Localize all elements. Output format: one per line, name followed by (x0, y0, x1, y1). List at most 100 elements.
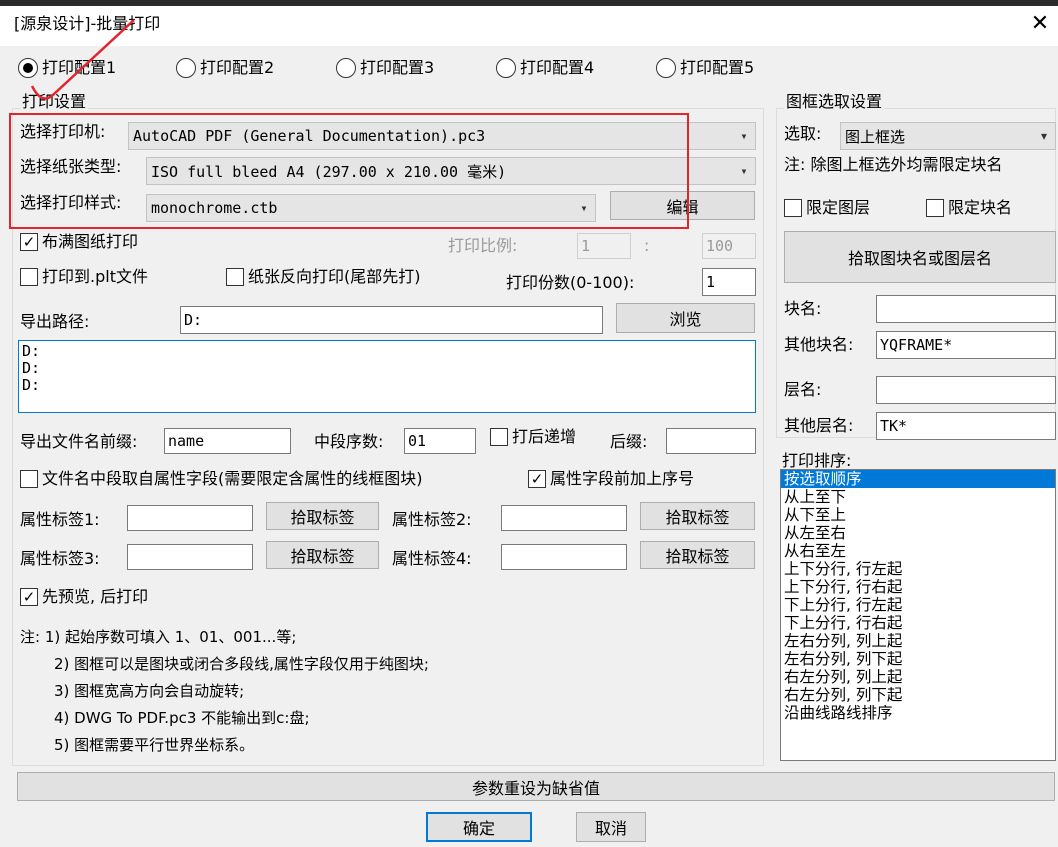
pick-block-layer-button[interactable]: 拾取图块名或图层名 (784, 231, 1056, 283)
increment-checkbox[interactable]: 打后递增 (490, 427, 576, 447)
tag4-label: 属性标签4: (392, 549, 472, 568)
close-icon[interactable]: ✕ (1028, 10, 1052, 38)
limit-block-checkbox[interactable]: 限定块名 (926, 198, 1012, 218)
order-item[interactable]: 从左至右 (781, 524, 1055, 542)
tag3-input[interactable] (127, 544, 253, 570)
radio-circle[interactable] (496, 58, 516, 78)
other-block-input[interactable]: YQFRAME* (876, 331, 1056, 359)
path-list-item: D: (22, 359, 41, 377)
order-item[interactable]: 右左分列, 列上起 (781, 668, 1055, 686)
mid-seq-input[interactable]: 01 (404, 428, 476, 454)
checkbox-box[interactable]: ✓ (20, 588, 38, 606)
order-item[interactable]: 上下分行, 行左起 (781, 560, 1055, 578)
preview-checkbox[interactable]: ✓ 先预览, 后打印 (20, 587, 148, 607)
order-item[interactable]: 沿曲线路线排序 (781, 704, 1055, 722)
tag3-label: 属性标签3: (20, 549, 100, 568)
checkbox-box[interactable] (926, 199, 944, 217)
cancel-button[interactable]: 取消 (576, 812, 646, 842)
radio-circle[interactable] (656, 58, 676, 78)
print-order-label: 打印排序: (782, 451, 852, 470)
browse-button[interactable]: 浏览 (616, 303, 755, 333)
order-item[interactable]: 从上至下 (781, 488, 1055, 506)
mid-seq-label: 中段序数: (314, 432, 384, 451)
block-name-label: 块名: (784, 299, 822, 318)
path-list-item: D: (22, 376, 41, 394)
path-list-item: D: (22, 342, 41, 360)
radio-circle[interactable] (176, 58, 196, 78)
radio-config-2[interactable]: 打印配置2 (176, 58, 274, 78)
attr-mid-checkbox[interactable]: 文件名中段取自属性字段(需要限定含属性的线框图块) (20, 469, 423, 489)
order-item[interactable]: 下上分行, 行右起 (781, 614, 1055, 632)
order-item[interactable]: 左右分列, 列上起 (781, 632, 1055, 650)
preview-label: 先预览, 后打印 (42, 587, 149, 606)
plot-file-label: 打印到.plt文件 (42, 267, 148, 286)
checkbox-box[interactable] (20, 268, 38, 286)
scale-right-input[interactable]: 100 (702, 233, 756, 259)
pick-tag4-button[interactable]: 拾取标签 (640, 541, 755, 569)
radio-config-3[interactable]: 打印配置3 (336, 58, 434, 78)
highlight-box (9, 113, 689, 229)
tag2-input[interactable] (501, 505, 627, 531)
limit-layer-label: 限定图层 (806, 198, 871, 217)
note-line-4: 4) DWG To PDF.pc3 不能输出到c:盘; (54, 709, 310, 727)
suffix-label: 后缀: (610, 432, 648, 451)
attr-prefix-label: 属性字段前加上序号 (550, 469, 695, 488)
suffix-input[interactable] (666, 428, 756, 454)
tag4-input[interactable] (501, 544, 627, 570)
chevron-down-icon[interactable]: ▾ (1033, 129, 1055, 143)
path-list[interactable]: D: D: D: (18, 340, 756, 413)
pick-tag2-button[interactable]: 拾取标签 (640, 502, 755, 530)
frame-select-note: 注: 除图上框选外均需限定块名 (784, 155, 1003, 174)
radio-config-5[interactable]: 打印配置5 (656, 58, 754, 78)
select-mode-label: 选取: (784, 124, 822, 143)
attr-prefix-checkbox[interactable]: ✓ 属性字段前加上序号 (528, 469, 694, 489)
checkbox-box[interactable] (20, 470, 38, 488)
pick-tag1-button[interactable]: 拾取标签 (266, 502, 379, 530)
print-order-list[interactable]: 按选取顺序 从上至下 从下至上 从左至右 从右至左 上下分行, 行左起 上下分行… (780, 469, 1056, 761)
block-name-input[interactable] (876, 295, 1056, 323)
other-layer-input[interactable]: TK* (876, 412, 1056, 440)
radio-label: 打印配置3 (360, 58, 435, 77)
prefix-label: 导出文件名前缀: (20, 432, 138, 451)
checkbox-box[interactable]: ✓ (528, 470, 546, 488)
scale-separator: : (644, 236, 650, 255)
chevron-down-icon[interactable]: ▾ (733, 129, 755, 143)
note-line-3: 3) 图框宽高方向会自动旋转; (54, 682, 245, 700)
radio-config-4[interactable]: 打印配置4 (496, 58, 594, 78)
order-item[interactable]: 从下至上 (781, 506, 1055, 524)
checkbox-box[interactable] (784, 199, 802, 217)
order-item[interactable]: 上下分行, 行右起 (781, 578, 1055, 596)
chevron-down-icon[interactable]: ▾ (733, 164, 755, 178)
limit-layer-checkbox[interactable]: 限定图层 (784, 198, 870, 218)
radio-label: 打印配置4 (520, 58, 595, 77)
export-path-input[interactable]: D: (180, 306, 603, 334)
copies-input[interactable]: 1 (702, 268, 756, 296)
order-item[interactable]: 下上分行, 行左起 (781, 596, 1055, 614)
checkbox-box[interactable] (490, 428, 508, 446)
select-mode-dropdown[interactable]: 图上框选 ▾ (840, 122, 1056, 150)
scale-left-input[interactable]: 1 (577, 233, 631, 259)
checkbox-box[interactable] (226, 268, 244, 286)
ok-button[interactable]: 确定 (426, 812, 532, 842)
radio-circle[interactable] (336, 58, 356, 78)
copies-label: 打印份数(0-100): (506, 273, 635, 292)
reverse-print-checkbox[interactable]: 纸张反向打印(尾部先打) (226, 267, 421, 287)
plot-file-checkbox[interactable]: 打印到.plt文件 (20, 267, 148, 287)
radio-label: 打印配置5 (680, 58, 755, 77)
limit-block-label: 限定块名 (948, 198, 1013, 217)
tag1-input[interactable] (127, 505, 253, 531)
checkbox-box[interactable]: ✓ (20, 233, 38, 251)
reverse-print-label: 纸张反向打印(尾部先打) (248, 267, 421, 286)
pick-tag3-button[interactable]: 拾取标签 (266, 541, 379, 569)
prefix-input[interactable]: name (164, 428, 291, 454)
order-item[interactable]: 按选取顺序 (781, 470, 1055, 488)
order-item[interactable]: 从右至左 (781, 542, 1055, 560)
radio-label: 打印配置2 (200, 58, 275, 77)
order-item[interactable]: 左右分列, 列下起 (781, 650, 1055, 668)
reset-defaults-button[interactable]: 参数重设为缺省值 (17, 772, 1055, 801)
fit-paper-label: 布满图纸打印 (42, 232, 139, 251)
fit-paper-checkbox[interactable]: ✓ 布满图纸打印 (20, 232, 138, 252)
order-item[interactable]: 右左分列, 列下起 (781, 686, 1055, 704)
layer-name-input[interactable] (876, 376, 1056, 404)
attr-mid-label: 文件名中段取自属性字段(需要限定含属性的线框图块) (42, 469, 423, 488)
